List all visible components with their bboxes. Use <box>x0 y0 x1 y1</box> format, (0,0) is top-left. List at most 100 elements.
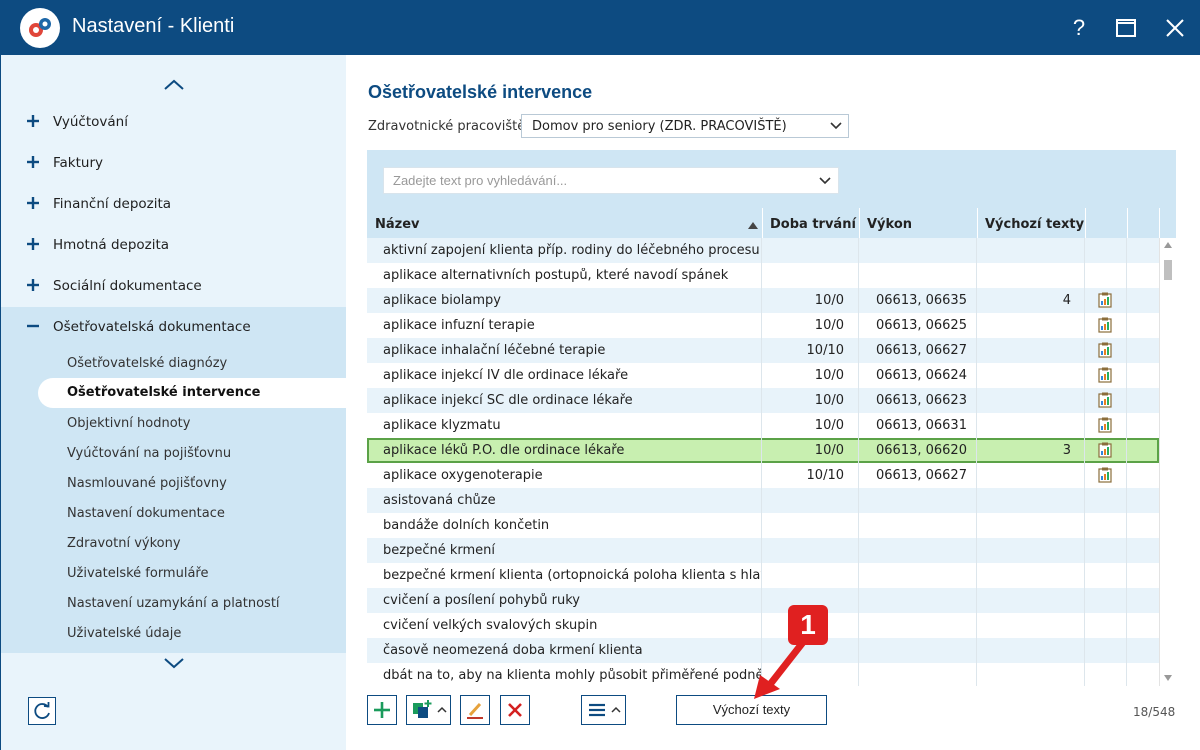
sidebar-item-socialni-dokumentace[interactable]: Sociální dokumentace <box>1 267 346 307</box>
report-icon[interactable] <box>1098 467 1112 483</box>
sidebar-subitem-vyuctovani-pojistovna[interactable]: Vyúčtování na pojišťovnu <box>67 446 231 461</box>
table-row[interactable]: aplikace klyzmatu 10/0 06613, 06631 <box>367 413 1159 438</box>
cell-performance: 06613, 06635 <box>876 293 967 308</box>
table-row[interactable]: bezpečné krmení <box>367 538 1159 563</box>
column-header-label: Název <box>375 217 420 232</box>
maximize-button[interactable] <box>1111 13 1141 43</box>
sidebar-subitem-zdravotni-vykony[interactable]: Zdravotní výkony <box>67 536 181 551</box>
table-row[interactable]: aplikace alternativních postupů, které n… <box>367 263 1159 288</box>
sidebar-subitem-diagnozy[interactable]: Ošetřovatelské diagnózy <box>67 356 227 371</box>
cell-performance: 06613, 06624 <box>876 368 967 383</box>
report-icon[interactable] <box>1098 392 1112 408</box>
sidebar-item-osetrovatelska-dokumentace[interactable]: Ošetřovatelská dokumentace <box>1 308 346 348</box>
edit-button[interactable] <box>460 695 490 725</box>
report-icon[interactable] <box>1098 417 1112 433</box>
pencil-icon <box>467 702 483 719</box>
sidebar-item-label: Vyúčtování <box>53 114 128 130</box>
table-row-selected[interactable]: aplikace léků P.O. dle ordinace lékaře 10… <box>367 438 1159 463</box>
plus-icon <box>27 156 39 168</box>
minus-icon <box>27 324 39 328</box>
cell-name: cvičení velkých svalových skupin <box>383 618 598 633</box>
cell-default-texts: 4 <box>1062 293 1071 308</box>
plus-icon <box>27 197 39 209</box>
help-button[interactable]: ? <box>1064 13 1094 43</box>
window-title: Nastavení - Klienti <box>72 15 235 37</box>
sidebar-item-financni-depozita[interactable]: Finanční depozita <box>1 185 346 225</box>
report-icon[interactable] <box>1098 317 1112 333</box>
column-header-doba-trvani[interactable]: Doba trvání <box>762 210 859 238</box>
table-row[interactable]: bandáže dolních končetin <box>367 513 1159 538</box>
report-icon[interactable] <box>1098 442 1112 458</box>
chevron-down-icon <box>819 177 831 185</box>
cell-duration: 10/0 <box>814 368 844 383</box>
search-box[interactable] <box>383 167 839 194</box>
sidebar-item-vyuctovani[interactable]: Vyúčtování <box>1 103 346 143</box>
sidebar-subitem-intervence[interactable]: Ošetřovatelské intervence <box>67 385 261 400</box>
sidebar-subitem-nastaveni-dokumentace[interactable]: Nastavení dokumentace <box>67 506 225 521</box>
sidebar-item-label: Sociální dokumentace <box>53 278 202 294</box>
scroll-down-icon <box>1164 675 1172 681</box>
column-header-vychozi-texty[interactable]: Výchozí texty <box>977 210 1085 238</box>
cell-name: aplikace oxygenoterapie <box>383 468 543 483</box>
cell-duration: 10/0 <box>814 443 844 458</box>
cell-name: dbát na to, aby na klienta mohly působit… <box>383 668 761 683</box>
report-icon[interactable] <box>1098 367 1112 383</box>
cell-name: bezpečné krmení <box>383 543 495 558</box>
sidebar-subitem-uzamykani[interactable]: Nastavení uzamykání a platností <box>67 596 280 611</box>
column-header-vykon[interactable]: Výkon <box>859 210 977 238</box>
annotation-arrow-icon <box>754 637 808 699</box>
title-bar: Nastavení - Klienti ? <box>0 0 1200 55</box>
workplace-select[interactable]: Domov pro seniory (ZDR. PRACOVIŠTĚ) <box>521 114 849 138</box>
sidebar-subitem-uzivatelske-formulare[interactable]: Uživatelské formuláře <box>67 566 208 581</box>
sidebar-item-faktury[interactable]: Faktury <box>1 144 346 184</box>
table-row[interactable]: cvičení a posílení pohybů ruky <box>367 588 1159 613</box>
plus-icon <box>374 702 390 718</box>
plus-icon <box>27 115 39 127</box>
menu-button[interactable] <box>581 695 626 725</box>
table-row[interactable]: aplikace inhalační léčebné terapie 10/10 0… <box>367 338 1159 363</box>
cell-name: aplikace léků P.O. dle ordinace lékaře <box>383 443 625 458</box>
scroll-down-button[interactable] <box>161 653 187 673</box>
column-header-nazev[interactable]: Název <box>367 210 761 238</box>
sidebar-subitem-objektivni-hodnoty[interactable]: Objektivní hodnoty <box>67 416 190 431</box>
sidebar-item-label: Ošetřovatelská dokumentace <box>53 319 251 335</box>
workplace-value: Domov pro seniory (ZDR. PRACOVIŠTĚ) <box>532 119 787 134</box>
table-row[interactable]: aktivní zapojení klienta příp. rodiny do… <box>367 238 1159 263</box>
sidebar-item-label: Faktury <box>53 155 104 171</box>
scroll-up-icon <box>1164 242 1172 248</box>
close-icon <box>1166 19 1184 37</box>
scrollbar-thumb[interactable] <box>1164 260 1172 280</box>
table-row[interactable]: aplikace oxygenoterapie 10/10 06613, 06627 <box>367 463 1159 488</box>
table-row[interactable]: aplikace infuzní terapie 10/0 06613, 06625 <box>367 313 1159 338</box>
copy-menu-button[interactable] <box>406 695 451 725</box>
delete-button[interactable] <box>500 695 530 725</box>
cell-name: cvičení a posílení pohybů ruky <box>383 593 580 608</box>
table-row[interactable]: aplikace biolampy 10/0 06613, 06635 4 <box>367 288 1159 313</box>
maximize-icon <box>1116 19 1136 37</box>
report-icon[interactable] <box>1098 292 1112 308</box>
sidebar: Vyúčtování Faktury Finanční depozita Hmo… <box>0 55 346 750</box>
table-row[interactable]: aplikace injekcí IV dle ordinace lékaře 1… <box>367 363 1159 388</box>
sidebar-subitem-nasmlouvane-pojistovny[interactable]: Nasmlouvané pojišťovny <box>67 476 227 491</box>
search-input[interactable] <box>384 168 804 193</box>
table-row[interactable]: asistovaná chůze <box>367 488 1159 513</box>
plus-icon <box>27 279 39 291</box>
plus-icon <box>27 238 39 250</box>
table-row[interactable]: bezpečné krmení klienta (ortopnoická pol… <box>367 563 1159 588</box>
cell-duration: 10/0 <box>814 418 844 433</box>
grid-header: Název Doba trvání Výkon Výchozí texty <box>367 150 1176 242</box>
scroll-up-button[interactable] <box>161 75 187 95</box>
report-icon[interactable] <box>1098 342 1112 358</box>
refresh-button[interactable] <box>28 697 56 725</box>
cell-name: bandáže dolních končetin <box>383 518 550 533</box>
hamburger-menu-icon <box>589 703 621 717</box>
table-row[interactable]: aplikace injekcí SC dle ordinace lékaře 1… <box>367 388 1159 413</box>
sidebar-subitem-uzivatelske-udaje[interactable]: Uživatelské údaje <box>67 626 181 641</box>
add-button[interactable] <box>367 695 397 725</box>
record-counter: 18/548 <box>1133 705 1176 719</box>
cell-name: aplikace inhalační léčebné terapie <box>383 343 606 358</box>
close-button[interactable] <box>1160 13 1190 43</box>
sidebar-item-hmotna-depozita[interactable]: Hmotná depozita <box>1 226 346 266</box>
cell-performance: 06613, 06631 <box>876 418 967 433</box>
vertical-scrollbar[interactable] <box>1159 238 1176 686</box>
